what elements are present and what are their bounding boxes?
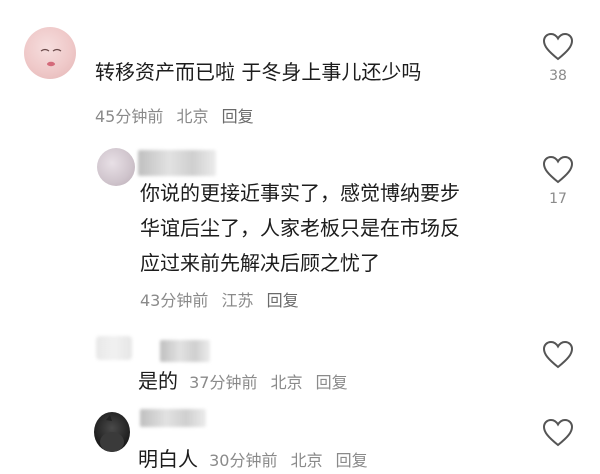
- username-redacted: [160, 340, 210, 362]
- comment-text-line-2: 华谊后尘了，人家老板只是在市场反: [140, 216, 460, 240]
- comment-meta: 43分钟前 江苏 回复: [140, 287, 307, 311]
- comment-time: 45分钟前: [95, 107, 164, 126]
- like-count: 17: [549, 191, 567, 207]
- reply-button[interactable]: 回复: [336, 451, 368, 470]
- comment-meta: 45分钟前 北京 回复: [95, 103, 262, 127]
- comment-text: 转移资产而已啦 于冬身上事儿还少吗: [95, 60, 422, 84]
- avatar[interactable]: [24, 27, 76, 79]
- comment-location: 北京: [270, 373, 303, 392]
- username-redacted: [138, 150, 216, 176]
- like-count: 38: [549, 68, 567, 84]
- like-button[interactable]: 17: [541, 155, 575, 207]
- comment-text-line-3: 应过来前先解决后顾之忧了: [140, 251, 380, 275]
- comment-location: 江苏: [221, 291, 254, 310]
- comment-text: 明白人: [138, 447, 198, 471]
- like-button[interactable]: [541, 418, 575, 448]
- reply-button[interactable]: 回复: [222, 107, 254, 126]
- avatar-redacted[interactable]: [96, 336, 132, 360]
- avatar[interactable]: [97, 148, 135, 186]
- heart-icon: [542, 418, 574, 447]
- comment-time: 37分钟前: [189, 373, 258, 392]
- like-button[interactable]: 38: [541, 32, 575, 84]
- username-redacted: [140, 409, 206, 427]
- comment-location: 北京: [176, 107, 209, 126]
- comment-time: 43分钟前: [140, 291, 209, 310]
- avatar[interactable]: [94, 412, 130, 452]
- animal-avatar-image: [100, 415, 124, 452]
- comment-time: 30分钟前: [209, 451, 278, 470]
- face-avatar-image: [40, 48, 62, 67]
- heart-icon: [542, 155, 574, 184]
- heart-icon: [542, 32, 574, 61]
- comment-line: 明白人 30分钟前 北京 回复: [138, 444, 368, 474]
- heart-icon: [542, 340, 574, 369]
- reply-button[interactable]: 回复: [267, 291, 299, 310]
- comment-location: 北京: [290, 451, 323, 470]
- comment-line: 是的 37分钟前 北京 回复: [138, 366, 348, 396]
- comment-text-line-1: 你说的更接近事实了，感觉博纳要步: [140, 181, 460, 205]
- reply-button[interactable]: 回复: [316, 373, 348, 392]
- like-button[interactable]: [541, 340, 575, 370]
- comment-text: 是的: [138, 369, 178, 393]
